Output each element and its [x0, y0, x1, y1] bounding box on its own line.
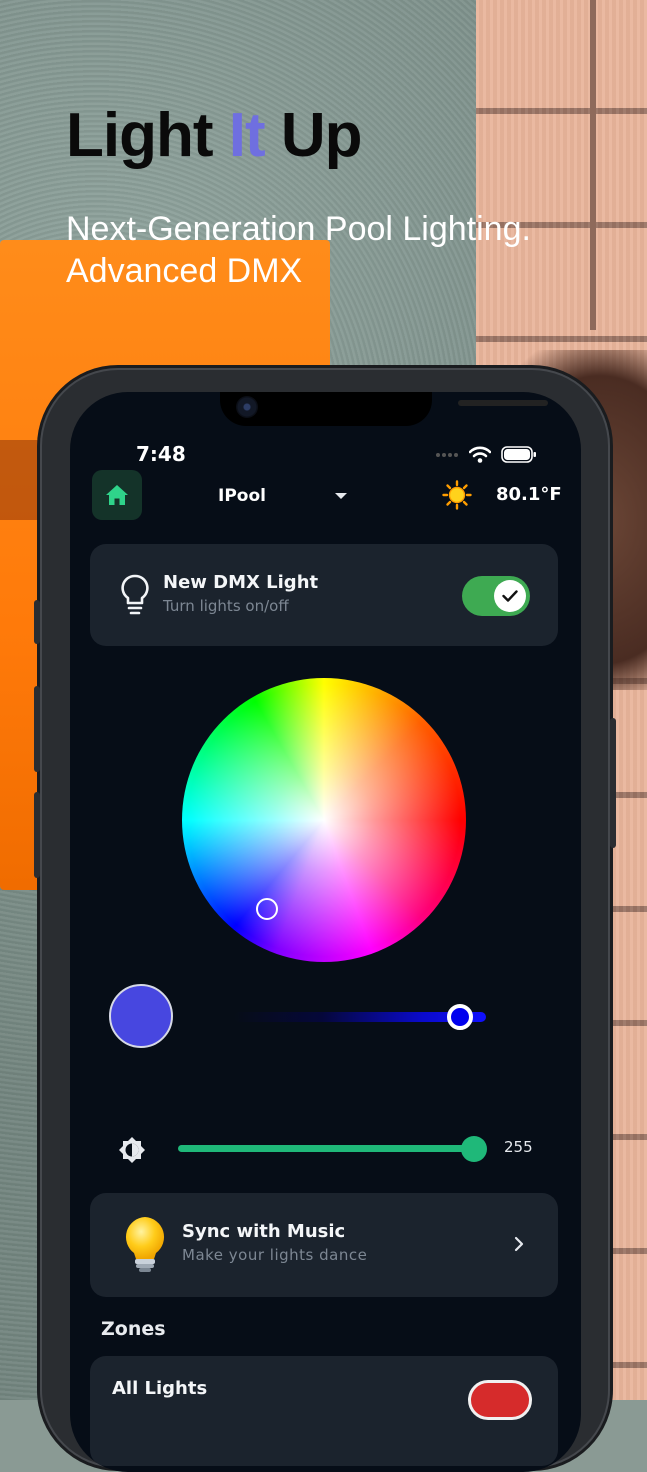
check-icon — [502, 590, 518, 602]
sync-music-title: Sync with Music — [182, 1221, 346, 1242]
phone-frame: 7:48 IPool 80.1°F New DMX Light Turn lig… — [34, 368, 616, 1472]
bulb-emoji-icon — [125, 1217, 165, 1272]
signal-icon — [436, 452, 458, 457]
sync-music-card[interactable]: Sync with Music Make your lights dance — [90, 1193, 558, 1297]
brightness-value: 255 — [504, 1138, 533, 1156]
status-icons — [435, 446, 537, 463]
color-wheel-picker[interactable] — [256, 898, 278, 920]
sync-music-subtitle: Make your lights dance — [182, 1246, 368, 1264]
caret-down-icon[interactable] — [334, 492, 348, 500]
chevron-right-icon — [514, 1236, 524, 1252]
zone-card-all-lights[interactable]: All Lights — [90, 1356, 558, 1466]
home-button[interactable] — [92, 470, 142, 520]
headline-word-1: Light — [66, 101, 213, 170]
temperature-readout: 80.1°F — [496, 484, 562, 505]
front-camera — [236, 396, 258, 418]
selected-color-swatch — [109, 984, 173, 1048]
sun-icon — [442, 480, 472, 510]
wifi-icon — [469, 446, 491, 463]
headline-word-2: It — [228, 101, 266, 170]
subheading: Next-Generation Pool Lighting. Advanced … — [66, 208, 626, 292]
light-name: New DMX Light — [163, 572, 319, 593]
headline: Light It Up — [66, 100, 362, 171]
battery-icon — [501, 446, 536, 463]
brightness-slider-track[interactable] — [178, 1145, 484, 1152]
subheading-line-1: Next-Generation Pool Lighting. — [66, 210, 531, 248]
brightness-slider-handle[interactable] — [461, 1136, 487, 1162]
light-subtitle: Turn lights on/off — [163, 597, 289, 615]
subheading-line-2: Advanced DMX — [66, 252, 303, 290]
zone-power-toggle[interactable] — [468, 1380, 532, 1420]
zones-heading: Zones — [101, 1318, 166, 1340]
color-intensity-slider-handle[interactable] — [447, 1004, 473, 1030]
brightness-icon — [119, 1137, 145, 1163]
app-screen: 7:48 IPool 80.1°F New DMX Light Turn lig… — [70, 392, 581, 1472]
status-time: 7:48 — [136, 442, 186, 466]
headline-word-3: Up — [280, 101, 363, 170]
zone-name: All Lights — [112, 1378, 208, 1399]
home-icon — [106, 485, 128, 505]
light-power-toggle[interactable] — [462, 576, 530, 616]
pool-selector-label[interactable]: IPool — [218, 486, 266, 506]
light-toggle-card: New DMX Light Turn lights on/off — [90, 544, 558, 646]
color-wheel[interactable] — [182, 678, 466, 962]
lightbulb-icon — [121, 574, 149, 615]
